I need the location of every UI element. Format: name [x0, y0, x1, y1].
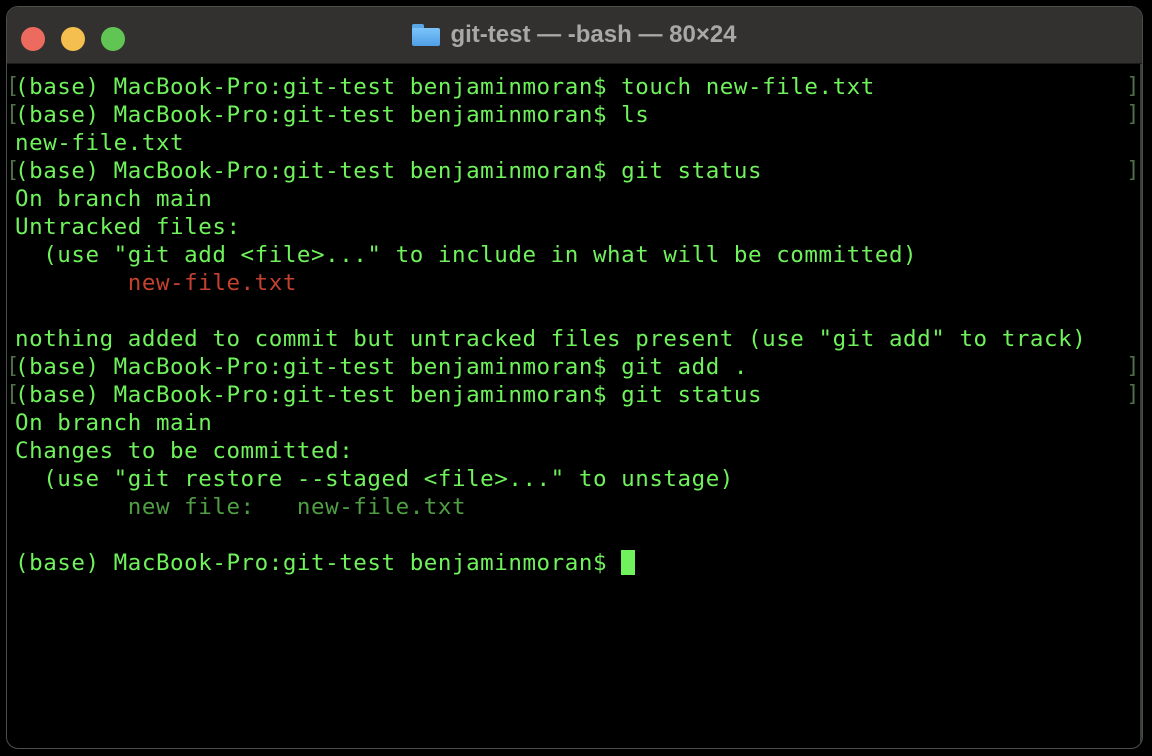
- line-text: (base) MacBook-Pro:git-test benjaminmora…: [15, 158, 763, 184]
- command-mark-right: ]: [1126, 102, 1140, 127]
- text-cursor: [621, 550, 636, 575]
- line-text: (use "git restore --staged <file>..." to…: [15, 466, 734, 492]
- line-text: (base) MacBook-Pro:git-test benjaminmora…: [15, 550, 622, 576]
- command-mark-right: ]: [1126, 382, 1140, 407]
- line-text: On branch main: [15, 410, 213, 436]
- line-text: (base) MacBook-Pro:git-test benjaminmora…: [15, 382, 763, 408]
- command-mark-left: [: [6, 382, 20, 407]
- terminal-line: On branch main: [15, 185, 212, 213]
- window-title-container: git-test — -bash — 80×24: [7, 7, 1142, 63]
- terminal-line: nothing added to commit but untracked fi…: [15, 325, 1086, 353]
- line-text: new file: new-file.txt: [15, 494, 467, 520]
- terminal-line: (use "git add <file>..." to include in w…: [15, 241, 917, 269]
- line-text: (base) MacBook-Pro:git-test benjaminmora…: [15, 102, 650, 128]
- line-text: (use "git add <file>..." to include in w…: [15, 242, 918, 268]
- prompt-line: (base) MacBook-Pro:git-test benjaminmora…: [15, 549, 636, 577]
- line-text: Untracked files:: [15, 214, 241, 240]
- terminal-line: (use "git restore --staged <file>..." to…: [15, 465, 734, 493]
- command-mark-right: ]: [1126, 354, 1140, 379]
- terminal-line: new file: new-file.txt: [15, 493, 466, 521]
- terminal-window: git-test — -bash — 80×24 (base) MacBook-…: [6, 6, 1143, 749]
- folder-icon: [412, 24, 441, 46]
- terminal-line: On branch main: [15, 409, 212, 437]
- command-mark-left: [: [6, 354, 20, 379]
- line-text: new-file.txt: [15, 130, 185, 156]
- window-title: git-test — -bash — 80×24: [450, 21, 737, 48]
- terminal-line: (base) MacBook-Pro:git-test benjaminmora…: [15, 73, 875, 101]
- command-mark-left: [: [6, 74, 20, 99]
- terminal-line: Untracked files:: [15, 213, 241, 241]
- command-mark-left: [: [6, 158, 20, 183]
- line-text: (base) MacBook-Pro:git-test benjaminmora…: [15, 354, 748, 380]
- command-mark-right: ]: [1126, 74, 1140, 99]
- terminal-line: (base) MacBook-Pro:git-test benjaminmora…: [15, 157, 762, 185]
- line-text: new-file.txt: [15, 270, 297, 296]
- command-mark-left: [: [6, 102, 20, 127]
- terminal-output[interactable]: (base) MacBook-Pro:git-test benjaminmora…: [7, 64, 1142, 748]
- scrollbar-track[interactable]: [1140, 64, 1142, 748]
- command-mark-right: ]: [1126, 158, 1140, 183]
- line-text: On branch main: [15, 186, 213, 212]
- line-text: (base) MacBook-Pro:git-test benjaminmora…: [15, 74, 875, 100]
- terminal-line: (base) MacBook-Pro:git-test benjaminmora…: [15, 353, 748, 381]
- terminal-line: (base) MacBook-Pro:git-test benjaminmora…: [15, 101, 649, 129]
- line-text: Changes to be committed:: [15, 438, 354, 464]
- terminal-line: (base) MacBook-Pro:git-test benjaminmora…: [15, 381, 762, 409]
- terminal-line: new-file.txt: [15, 129, 184, 157]
- line-text: nothing added to commit but untracked fi…: [15, 326, 1087, 352]
- terminal-line: new-file.txt: [15, 269, 297, 297]
- title-bar[interactable]: git-test — -bash — 80×24: [7, 7, 1142, 64]
- terminal-line: Changes to be committed:: [15, 437, 353, 465]
